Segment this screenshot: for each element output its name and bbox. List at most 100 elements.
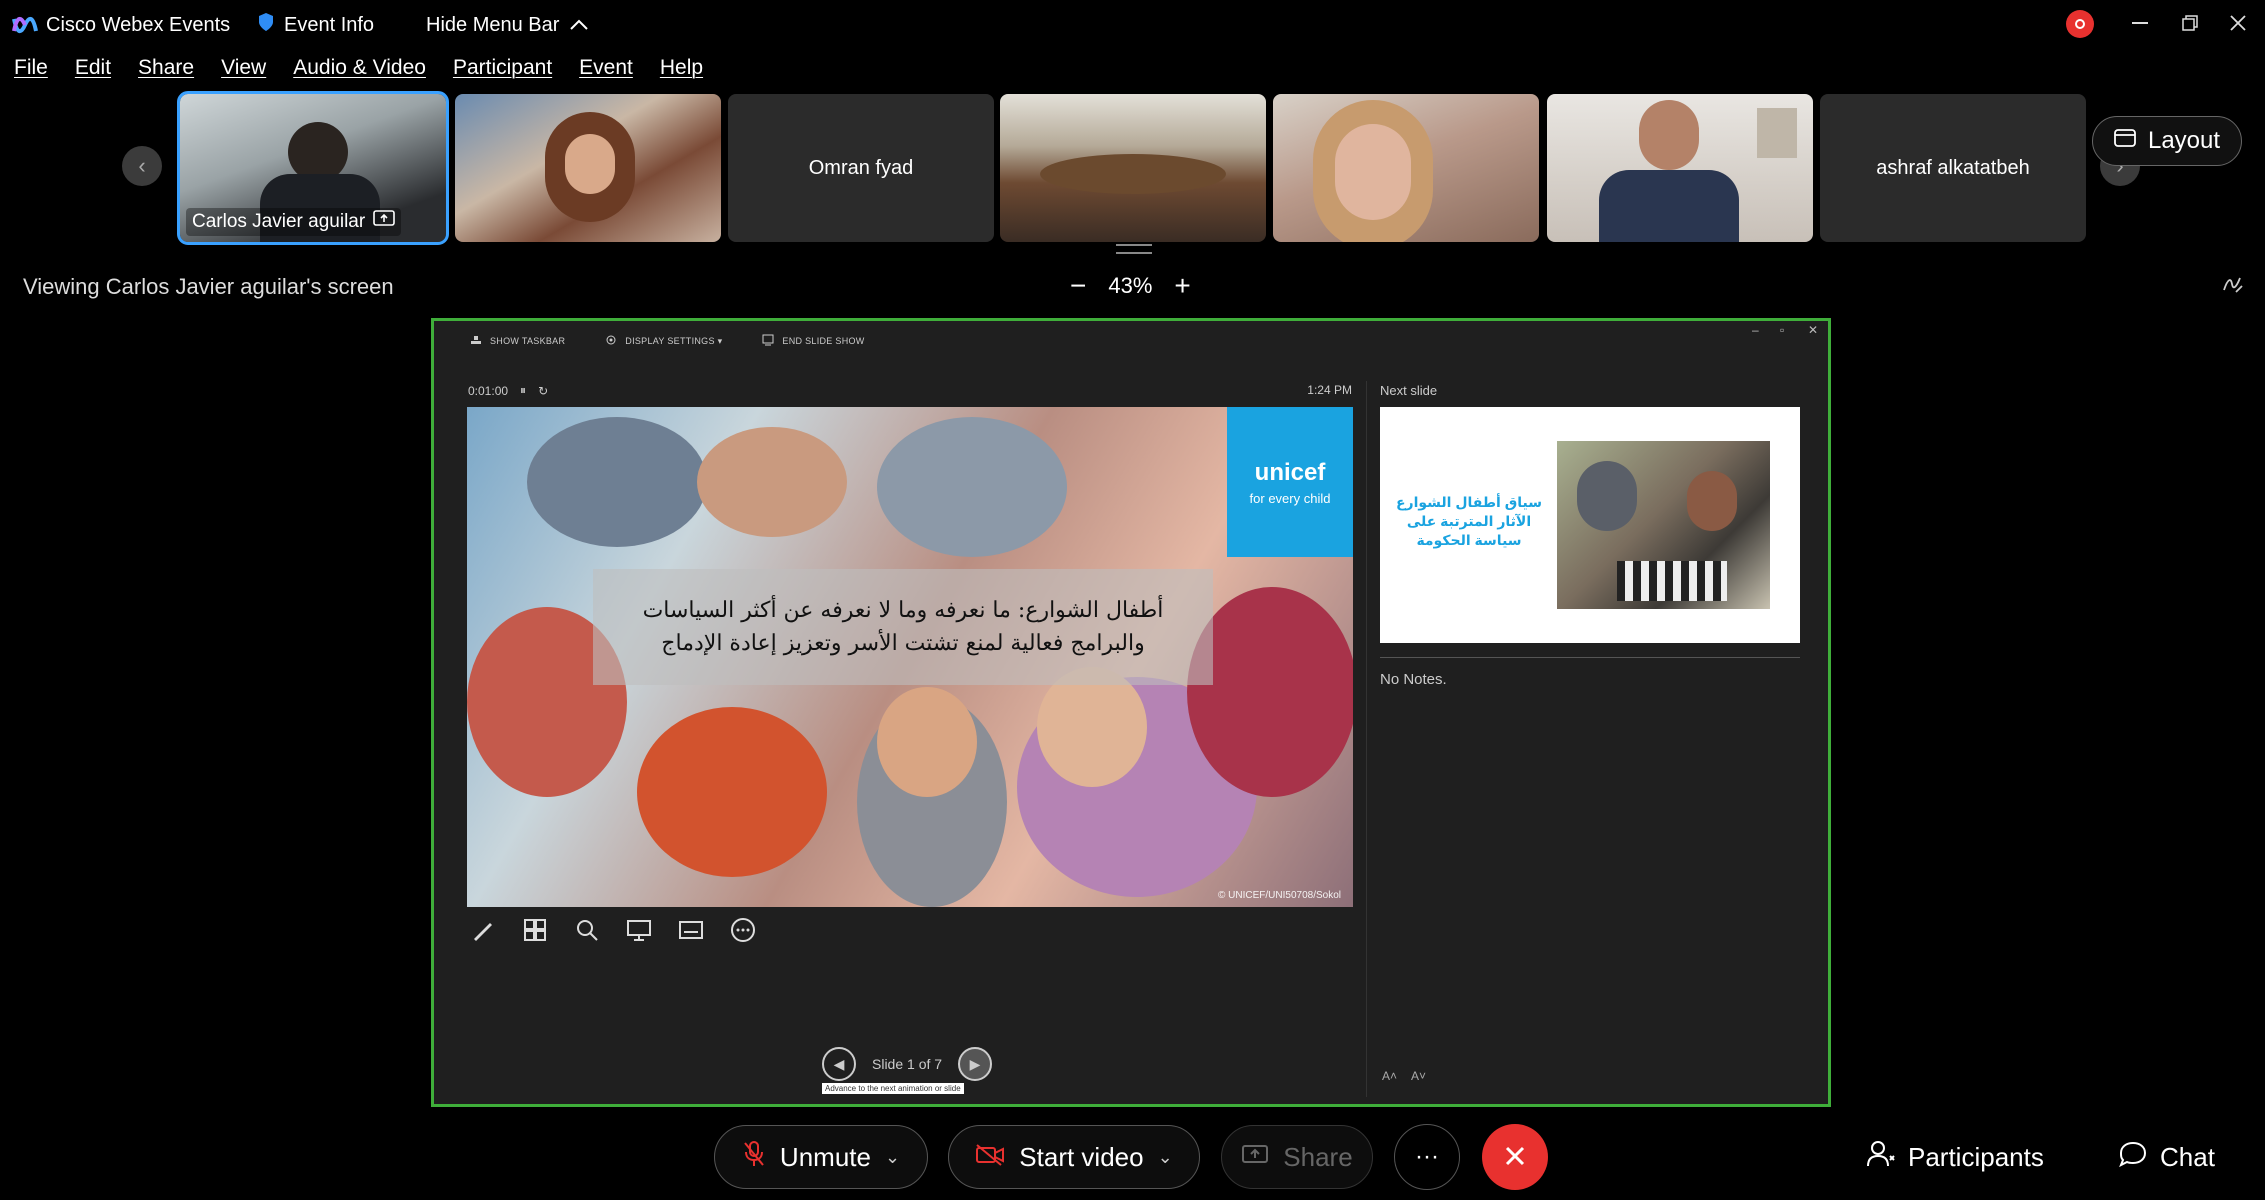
- participant-tile[interactable]: [1000, 94, 1266, 242]
- previous-slide-button[interactable]: ◀: [822, 1047, 856, 1081]
- event-info-label: Event Info: [284, 13, 375, 36]
- show-taskbar-button[interactable]: SHOW TASKBAR: [470, 335, 565, 347]
- photo-credit: © UNICEF/UNI50708/Sokol: [1218, 890, 1341, 901]
- menu-edit[interactable]: Edit: [75, 56, 111, 90]
- next-slide-preview[interactable]: سياق أطفال الشوارع الآثار المترتبة على س…: [1380, 407, 1800, 643]
- title-bar: Cisco Webex Events Event Info Hide Menu …: [0, 0, 2265, 48]
- zoom-out-button[interactable]: −: [1070, 272, 1086, 300]
- meeting-controls: Unmute ⌄ Start video ⌄ Share ··· Partici…: [0, 1110, 2265, 1200]
- participant-tile[interactable]: [1547, 94, 1813, 242]
- increase-font-icon[interactable]: A˄: [1382, 1069, 1397, 1083]
- layout-label: Layout: [2147, 127, 2221, 154]
- menu-help[interactable]: Help: [660, 56, 703, 90]
- display-settings-icon: [605, 334, 617, 348]
- chevron-left-icon: ‹: [138, 153, 146, 178]
- minimize-icon: [2132, 22, 2148, 24]
- participants-icon: [1866, 1140, 1896, 1175]
- participant-tile[interactable]: Carlos Javier aguilar: [177, 91, 449, 245]
- chevron-down-icon: ⌄: [884, 1146, 901, 1167]
- participant-tile[interactable]: [1273, 94, 1539, 242]
- slide-timer: 0:01:00: [468, 383, 509, 398]
- participant-caption: Carlos Javier aguilar: [186, 208, 402, 236]
- unicef-tagline: for every child: [1249, 490, 1331, 506]
- ppt-minimize-icon[interactable]: –: [1752, 323, 1759, 337]
- unicef-logo: unicef: [1254, 458, 1326, 486]
- layout-icon: [2114, 127, 2136, 155]
- presenter-toolbar: SHOW TASKBAR DISPLAY SETTINGS ▾ END SLID…: [434, 321, 1828, 361]
- more-options-icon[interactable]: [730, 917, 756, 950]
- hide-menu-bar-button[interactable]: Hide Menu Bar: [426, 12, 589, 38]
- recording-indicator-icon[interactable]: [2066, 10, 2094, 38]
- shared-screen[interactable]: SHOW TASKBAR DISPLAY SETTINGS ▾ END SLID…: [431, 318, 1831, 1107]
- triangle-right-icon: ▶: [969, 1055, 981, 1072]
- close-icon: [2230, 15, 2246, 31]
- viewing-label: Viewing Carlos Javier aguilar's screen: [23, 274, 394, 299]
- participants-button[interactable]: Participants: [1866, 1140, 2044, 1175]
- timer-row: 0:01:00 ⏸ ↻ 1:24 PM: [468, 383, 1352, 398]
- black-screen-icon[interactable]: [626, 917, 652, 950]
- notes-divider: [1380, 657, 1800, 658]
- menu-share[interactable]: Share: [138, 56, 194, 90]
- restore-button[interactable]: [2170, 8, 2210, 38]
- zoom-in-button[interactable]: +: [1174, 272, 1190, 300]
- mic-muted-icon: [742, 1140, 766, 1175]
- menu-bar: File Edit Share View Audio & Video Parti…: [0, 56, 730, 90]
- participants-label: Participants: [1908, 1142, 2044, 1172]
- close-icon: [1503, 1138, 1527, 1177]
- slide-counter: Slide 1 of 7: [872, 1056, 943, 1072]
- display-settings-label: DISPLAY SETTINGS ▾: [625, 335, 723, 346]
- more-icon: ···: [1415, 1143, 1439, 1170]
- annotate-icon[interactable]: [2222, 274, 2244, 300]
- end-slide-show-label: END SLIDE SHOW: [782, 336, 865, 346]
- app-title: Cisco Webex Events: [12, 12, 230, 38]
- event-info-button[interactable]: Event Info: [258, 12, 374, 38]
- screen-share-icon: [373, 210, 395, 234]
- filmstrip-prev-button[interactable]: ‹: [122, 146, 162, 186]
- unicef-logo-box: unicef for every child: [1227, 407, 1353, 557]
- app-name: Cisco Webex Events: [46, 13, 231, 36]
- more-options-button[interactable]: ···: [1394, 1124, 1460, 1190]
- participant-tile[interactable]: Omran fyad: [728, 94, 994, 242]
- menu-audio-video[interactable]: Audio & Video: [293, 56, 426, 90]
- layout-button[interactable]: Layout: [2092, 116, 2242, 166]
- zoom-magnifier-icon[interactable]: [574, 917, 600, 950]
- ppt-restore-icon[interactable]: ▫: [1780, 323, 1784, 337]
- triangle-left-icon: ◀: [833, 1055, 845, 1072]
- share-label: Share: [1283, 1141, 1353, 1172]
- close-window-button[interactable]: [2218, 8, 2258, 38]
- share-button[interactable]: Share: [1221, 1125, 1373, 1189]
- notes-font-controls: A˄ A˅: [1382, 1069, 1426, 1083]
- participant-tile[interactable]: ashraf alkatatbeh: [1820, 94, 2086, 242]
- chat-button[interactable]: Chat: [2118, 1140, 2215, 1175]
- start-video-button[interactable]: Start video ⌄: [948, 1125, 1200, 1189]
- shield-icon: [258, 12, 274, 38]
- menu-participant[interactable]: Participant: [453, 56, 552, 90]
- slide-title-box: أطفال الشوارع: ما نعرفه وما لا نعرفه عن …: [593, 569, 1213, 685]
- decrease-font-icon[interactable]: A˅: [1411, 1069, 1426, 1083]
- leave-meeting-button[interactable]: [1482, 1124, 1548, 1190]
- subtitles-icon[interactable]: [678, 917, 704, 950]
- zoom-control: − 43% +: [1070, 272, 1191, 300]
- taskbar-icon: [470, 335, 482, 347]
- see-all-slides-icon[interactable]: [522, 917, 548, 950]
- unmute-button[interactable]: Unmute ⌄: [714, 1125, 928, 1189]
- share-screen-icon: [1241, 1142, 1269, 1173]
- participant-name: Omran fyad: [808, 156, 914, 179]
- ppt-close-icon[interactable]: ✕: [1808, 323, 1818, 337]
- slide-title-line-1: أطفال الشوارع: ما نعرفه وما لا نعرفه عن …: [642, 598, 1164, 623]
- display-settings-button[interactable]: DISPLAY SETTINGS ▾: [605, 334, 722, 348]
- menu-event[interactable]: Event: [579, 56, 633, 90]
- pen-icon[interactable]: [470, 917, 496, 950]
- chat-label: Chat: [2160, 1142, 2215, 1172]
- end-slide-show-button[interactable]: END SLIDE SHOW: [762, 334, 864, 348]
- next-slide-photo: [1557, 441, 1770, 609]
- pause-icon[interactable]: ⏸: [520, 383, 526, 398]
- menu-file[interactable]: File: [14, 56, 48, 90]
- menu-view[interactable]: View: [221, 56, 266, 90]
- next-slide-button[interactable]: ▶: [958, 1047, 993, 1081]
- current-slide[interactable]: unicef for every child أطفال الشوارع: ما…: [467, 407, 1353, 907]
- participant-tile[interactable]: [455, 94, 721, 242]
- filmstrip-resize-handle[interactable]: [1116, 244, 1152, 254]
- restart-icon[interactable]: ↻: [538, 384, 548, 398]
- minimize-button[interactable]: [2120, 8, 2160, 38]
